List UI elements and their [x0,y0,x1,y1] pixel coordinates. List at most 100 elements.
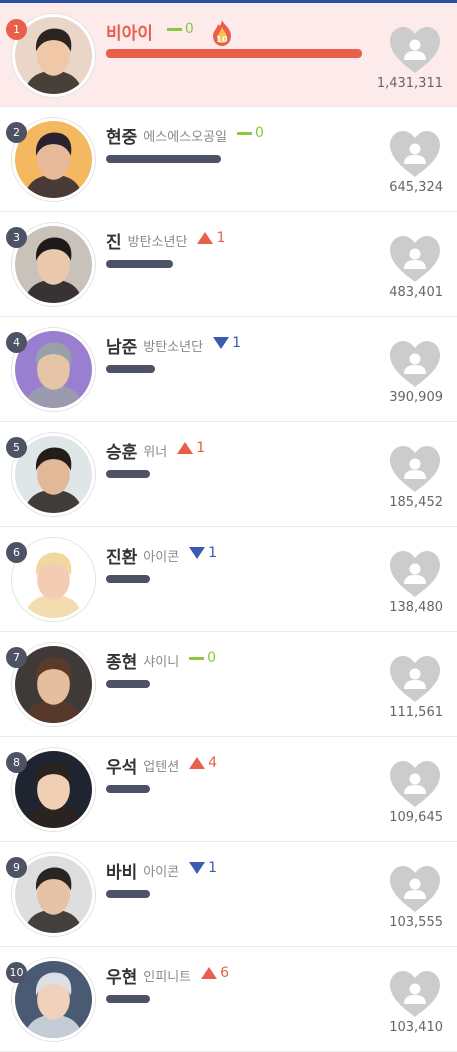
artist-name[interactable]: 현중 [106,123,137,148]
group-name: 아이콘 [143,550,180,565]
heart-vote-icon[interactable] [388,654,442,704]
ranking-row[interactable]: 2 현중 에스에스오공일 0 645,324 [0,107,457,212]
heart-vote-icon[interactable] [388,25,442,75]
rank-badge: 7 [6,647,27,668]
group-name: 업텐션 [143,760,180,775]
artist-name[interactable]: 승훈 [106,438,137,463]
heart-vote-icon[interactable] [388,969,442,1019]
rank-change-value: 0 [184,21,194,37]
rank-change: 1 [189,860,217,876]
rank-change: 1 [189,545,217,561]
ranking-row[interactable]: 1 비아이 0 10 1,431,311 [0,3,457,107]
rank-change: 0 [189,650,216,666]
rank-change-value: 6 [220,965,230,981]
vote-count: 103,555 [389,915,443,930]
ranking-row[interactable]: 9 바비 아이콘 1 103,555 [0,842,457,947]
artist-name[interactable]: 우석 [106,753,137,778]
vote-bar [106,470,150,478]
artist-name[interactable]: 진환 [106,543,137,568]
rank-badge: 2 [6,122,27,143]
rank-badge: 6 [6,542,27,563]
triangle-down-icon [189,862,206,874]
triangle-up-icon [177,442,194,454]
ranking-row[interactable]: 4 남준 방탄소년단 1 390,909 [0,317,457,422]
group-name: 방탄소년단 [143,340,204,355]
rank-change-value: 1 [216,230,226,246]
rank-change: 4 [189,755,217,771]
rank-change: 1 [197,230,225,246]
heart-vote-icon[interactable] [388,549,442,599]
group-name: 방탄소년단 [127,235,188,250]
triangle-up-icon [197,232,214,244]
vote-bar [106,365,155,373]
rank-badge: 3 [6,227,27,248]
triangle-up-icon [201,967,218,979]
rank-badge: 1 [6,19,27,40]
vote-bar [106,785,150,793]
vote-count: 645,324 [389,180,443,195]
ranking-row[interactable]: 6 진환 아이콘 1 138,480 [0,527,457,632]
vote-bar [106,680,150,688]
rank-change-value: 1 [208,860,218,876]
ranking-list: 1 비아이 0 10 1,431,311 2 현중 에스에스오공일 0 645,… [0,3,457,1052]
heart-vote-icon[interactable] [388,444,442,494]
rank-change-value: 1 [232,335,242,351]
group-name: 인피니트 [143,970,192,985]
group-name: 아이콘 [143,865,180,880]
rank-change-value: 0 [207,650,217,666]
artist-name[interactable]: 비아이 [106,19,153,44]
ranking-row[interactable]: 8 우석 업텐션 4 109,645 [0,737,457,842]
vote-count: 103,410 [389,1020,443,1035]
heart-vote-icon[interactable] [388,864,442,914]
dash-icon [189,656,205,660]
vote-count: 138,480 [389,600,443,615]
vote-bar [106,995,150,1003]
ranking-row[interactable]: 3 진 방탄소년단 1 483,401 [0,212,457,317]
heart-vote-icon[interactable] [388,759,442,809]
artist-name[interactable]: 바비 [106,858,137,883]
vote-bar [106,49,362,58]
rank-change-value: 4 [208,755,218,771]
triangle-down-icon [213,337,230,349]
artist-name[interactable]: 종현 [106,648,137,673]
vote-count: 111,561 [389,705,443,720]
rank-change: 0 [237,125,264,141]
rank-change: 6 [201,965,229,981]
artist-name[interactable]: 우현 [106,963,137,988]
rank-change: 1 [213,335,241,351]
dash-icon [237,131,253,135]
vote-count: 109,645 [389,810,443,825]
vote-bar [106,890,150,898]
rank-badge: 4 [6,332,27,353]
rank-change-value: 1 [196,440,206,456]
vote-bar [106,260,173,268]
vote-count: 390,909 [389,390,443,405]
ranking-row[interactable]: 10 우현 인피니트 6 103,410 [0,947,457,1052]
ranking-row[interactable]: 5 승훈 위너 1 185,452 [0,422,457,527]
triangle-up-icon [189,757,206,769]
dash-icon [166,27,182,31]
vote-bar [106,155,221,163]
group-name: 샤이니 [143,655,180,670]
heart-vote-icon[interactable] [388,234,442,284]
rank-badge: 5 [6,437,27,458]
heart-vote-icon[interactable] [388,339,442,389]
triangle-down-icon [189,547,206,559]
rank-change-value: 1 [208,545,218,561]
vote-bar [106,575,150,583]
ranking-row[interactable]: 7 종현 샤이니 0 111,561 [0,632,457,737]
artist-name[interactable]: 진 [106,228,122,253]
rank-badge: 8 [6,752,27,773]
vote-count: 1,431,311 [376,76,443,91]
rank-badge: 9 [6,857,27,878]
fire-10-icon: 10 [213,20,231,46]
rank-badge: 10 [6,962,27,983]
group-name: 위너 [143,445,168,460]
heart-vote-icon[interactable] [388,129,442,179]
fire-badge-text: 10 [216,35,228,44]
vote-count: 185,452 [389,495,443,510]
rank-change: 1 [177,440,205,456]
rank-change-value: 0 [255,125,264,141]
rank-change: 0 [166,21,194,37]
artist-name[interactable]: 남준 [106,333,137,358]
